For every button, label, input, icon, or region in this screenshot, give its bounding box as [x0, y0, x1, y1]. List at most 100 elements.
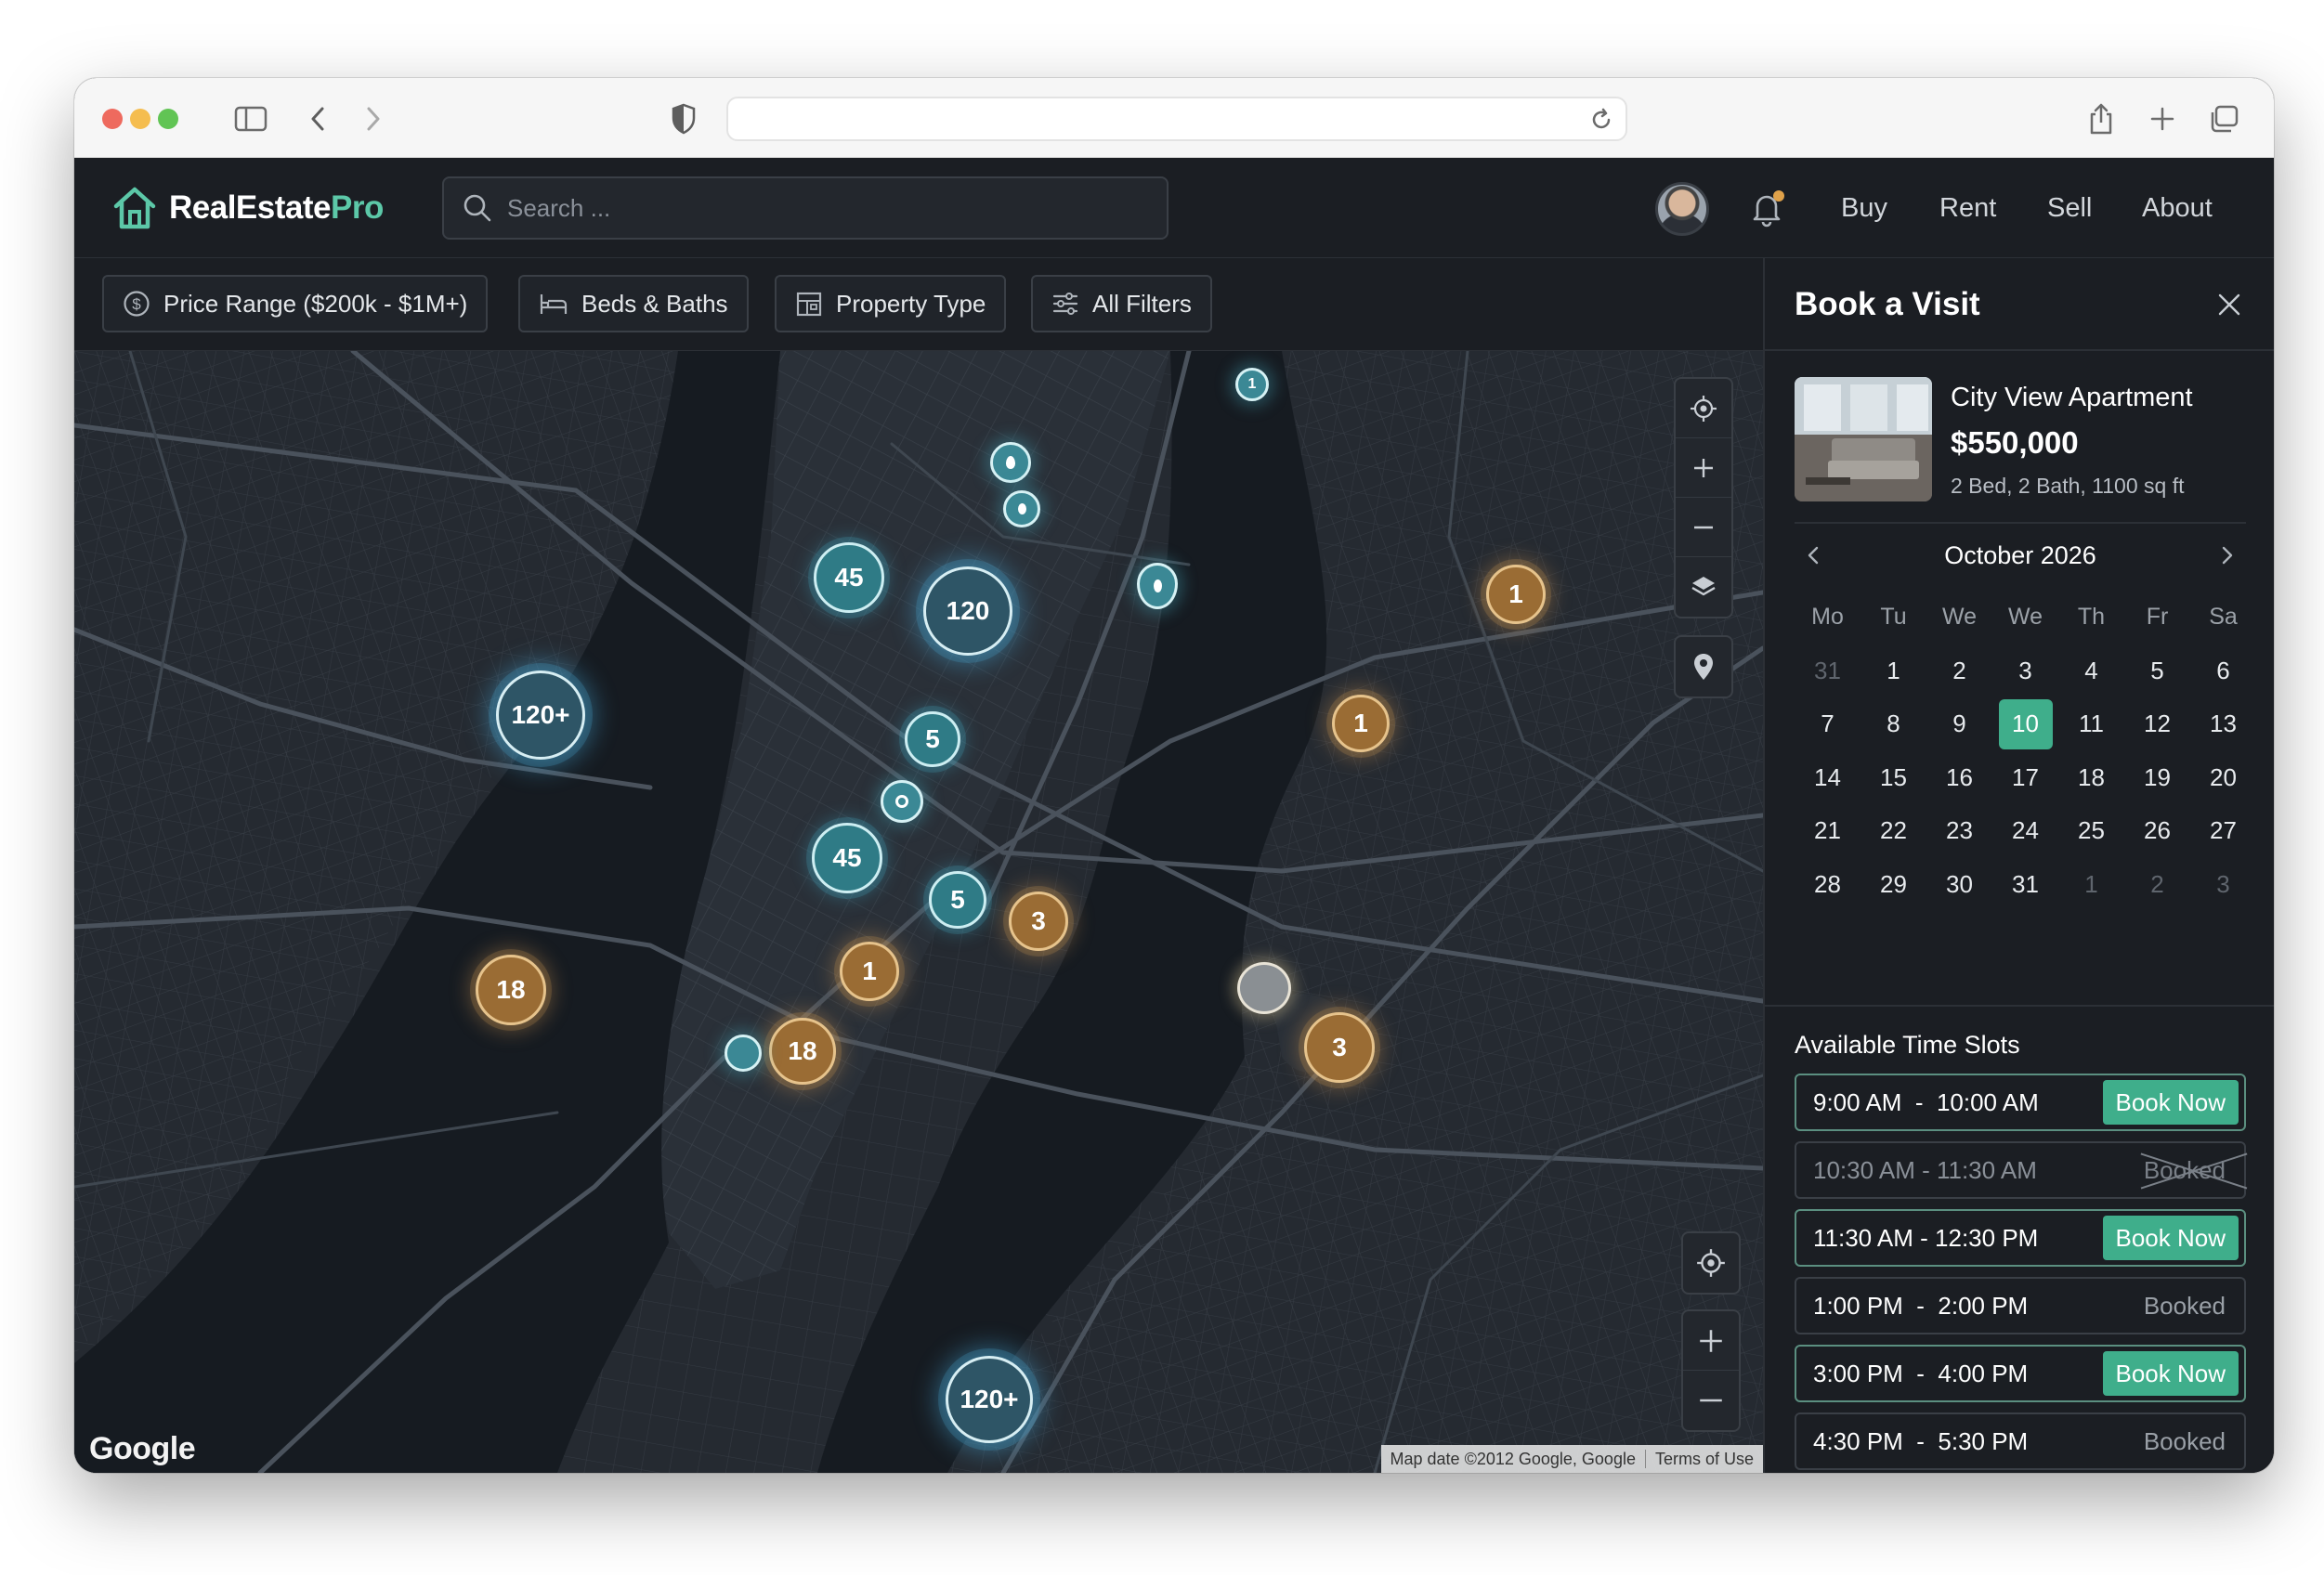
calendar-day[interactable]: 18 — [2058, 751, 2124, 805]
logo[interactable]: RealEstatePro — [111, 184, 384, 232]
search-box[interactable] — [442, 176, 1169, 240]
calendar-day[interactable]: 19 — [2124, 751, 2190, 805]
map-marker[interactable]: 120+ — [946, 1356, 1033, 1443]
zoom-out-icon[interactable] — [1683, 1371, 1739, 1430]
calendar-day[interactable]: 29 — [1861, 858, 1926, 912]
calendar-day[interactable]: 21 — [1795, 804, 1861, 858]
calendar-day[interactable]: 15 — [1861, 751, 1926, 805]
calendar-day[interactable]: 11 — [2058, 697, 2124, 751]
minimize-window-button[interactable] — [130, 109, 150, 129]
forward-icon[interactable] — [355, 100, 392, 137]
calendar-day[interactable]: 1 — [2058, 858, 2124, 912]
calendar-day[interactable]: 3 — [2190, 858, 2256, 912]
next-month-icon[interactable] — [2209, 537, 2246, 574]
map-marker[interactable]: 1 — [840, 942, 899, 1001]
map-marker[interactable]: 120 — [923, 566, 1012, 656]
time-slot[interactable]: 3:00 PM - 4:00 PM Book Now — [1795, 1345, 2246, 1402]
map-pin[interactable] — [990, 442, 1031, 483]
nav-buy[interactable]: Buy — [1841, 186, 1887, 230]
calendar-day[interactable]: 12 — [2124, 697, 2190, 751]
calendar-day[interactable]: 22 — [1861, 804, 1926, 858]
nav-about[interactable]: About — [2142, 186, 2213, 230]
share-icon[interactable] — [2082, 100, 2120, 137]
sidebar-toggle-icon[interactable] — [232, 100, 269, 137]
calendar-day[interactable]: 17 — [1992, 751, 2058, 805]
zoom-in-icon[interactable] — [1676, 438, 1731, 498]
book-now-button[interactable]: Book Now — [2102, 1216, 2239, 1260]
map-marker[interactable]: 45 — [814, 542, 884, 613]
map-marker[interactable]: 5 — [905, 711, 960, 767]
locate-icon[interactable] — [1676, 379, 1731, 438]
calendar-day[interactable]: 31 — [1795, 644, 1861, 698]
map-pin[interactable] — [881, 780, 923, 823]
map-marker[interactable]: 1 — [1235, 368, 1269, 401]
reload-icon[interactable] — [1588, 107, 1614, 133]
calendar-day[interactable]: 31 — [1992, 858, 2058, 912]
terms-of-use-link[interactable]: Terms of Use — [1655, 1450, 1754, 1469]
map-pin[interactable] — [725, 1035, 762, 1072]
map-marker[interactable]: 1 — [1332, 695, 1390, 752]
calendar-day[interactable]: 26 — [2124, 804, 2190, 858]
calendar-day[interactable]: 2 — [1926, 644, 1992, 698]
search-input[interactable] — [507, 193, 1064, 223]
book-now-button[interactable]: Book Now — [2102, 1351, 2239, 1396]
address-bar[interactable] — [726, 97, 1627, 141]
filter-all[interactable]: All Filters — [1031, 275, 1212, 332]
map-marker[interactable]: 18 — [476, 955, 546, 1025]
calendar-day[interactable]: 3 — [1992, 644, 2058, 698]
prev-month-icon[interactable] — [1795, 537, 1832, 574]
new-tab-icon[interactable] — [2144, 100, 2181, 137]
calendar-day[interactable]: 14 — [1795, 751, 1861, 805]
filter-property-type[interactable]: Property Type — [775, 275, 1007, 332]
layers-icon[interactable] — [1676, 557, 1731, 617]
calendar-day[interactable]: 23 — [1926, 804, 1992, 858]
time-slot[interactable]: 9:00 AM - 10:00 AM Book Now — [1795, 1074, 2246, 1131]
book-now-button[interactable]: Book Now — [2102, 1080, 2239, 1125]
calendar-day[interactable]: 20 — [2190, 751, 2256, 805]
zoom-out-icon[interactable] — [1676, 498, 1731, 557]
close-window-button[interactable] — [102, 109, 123, 129]
calendar-day[interactable]: 7 — [1795, 697, 1861, 751]
calendar-day-selected[interactable]: 10 — [1992, 697, 2058, 751]
calendar-day[interactable]: 27 — [2190, 804, 2256, 858]
calendar-day[interactable]: 28 — [1795, 858, 1861, 912]
filter-price-range[interactable]: $ Price Range ($200k - $1M+) — [102, 275, 489, 332]
calendar-day[interactable]: 25 — [2058, 804, 2124, 858]
map-marker[interactable]: 1 — [1486, 565, 1546, 624]
filter-beds-baths[interactable]: Beds & Baths — [518, 275, 749, 332]
locate-icon[interactable] — [1683, 1233, 1739, 1293]
calendar-day[interactable]: 24 — [1992, 804, 2058, 858]
map-marker[interactable]: 18 — [769, 1018, 836, 1085]
calendar-day[interactable]: 16 — [1926, 751, 1992, 805]
nav-rent[interactable]: Rent — [1939, 186, 1996, 230]
calendar-day[interactable]: 8 — [1861, 697, 1926, 751]
time-slot[interactable]: 11:30 AM - 12:30 PM Book Now — [1795, 1209, 2246, 1267]
calendar-day[interactable]: 1 — [1861, 644, 1926, 698]
maximize-window-button[interactable] — [158, 109, 178, 129]
tabs-overview-icon[interactable] — [2205, 100, 2242, 137]
map-marker[interactable]: 5 — [929, 871, 986, 929]
calendar-day[interactable]: 4 — [2058, 644, 2124, 698]
calendar-day[interactable]: 6 — [2190, 644, 2256, 698]
calendar-day[interactable]: 30 — [1926, 858, 1992, 912]
zoom-in-icon[interactable] — [1683, 1311, 1739, 1371]
property-thumbnail[interactable] — [1795, 377, 1932, 501]
back-icon[interactable] — [299, 100, 336, 137]
map-marker[interactable]: 3 — [1009, 892, 1068, 951]
close-icon[interactable] — [2211, 286, 2248, 323]
map-pin[interactable] — [1003, 490, 1040, 527]
map-marker[interactable]: 120+ — [496, 670, 585, 760]
map-pin[interactable] — [1237, 962, 1291, 1014]
map-marker[interactable]: 45 — [812, 823, 882, 893]
shield-icon[interactable] — [665, 100, 702, 137]
calendar-day[interactable]: 13 — [2190, 697, 2256, 751]
calendar-day[interactable]: 5 — [2124, 644, 2190, 698]
map-marker[interactable]: 3 — [1304, 1012, 1375, 1083]
avatar[interactable] — [1655, 182, 1709, 236]
bell-icon[interactable] — [1746, 188, 1789, 230]
map-pin-icon[interactable] — [1676, 637, 1731, 696]
map-view[interactable]: 1 45 120 1 120+ 5 1 45 5 3 1 18 18 3 120… — [74, 351, 1763, 1473]
calendar-day[interactable]: 2 — [2124, 858, 2190, 912]
calendar-day[interactable]: 9 — [1926, 697, 1992, 751]
nav-sell[interactable]: Sell — [2047, 186, 2092, 230]
